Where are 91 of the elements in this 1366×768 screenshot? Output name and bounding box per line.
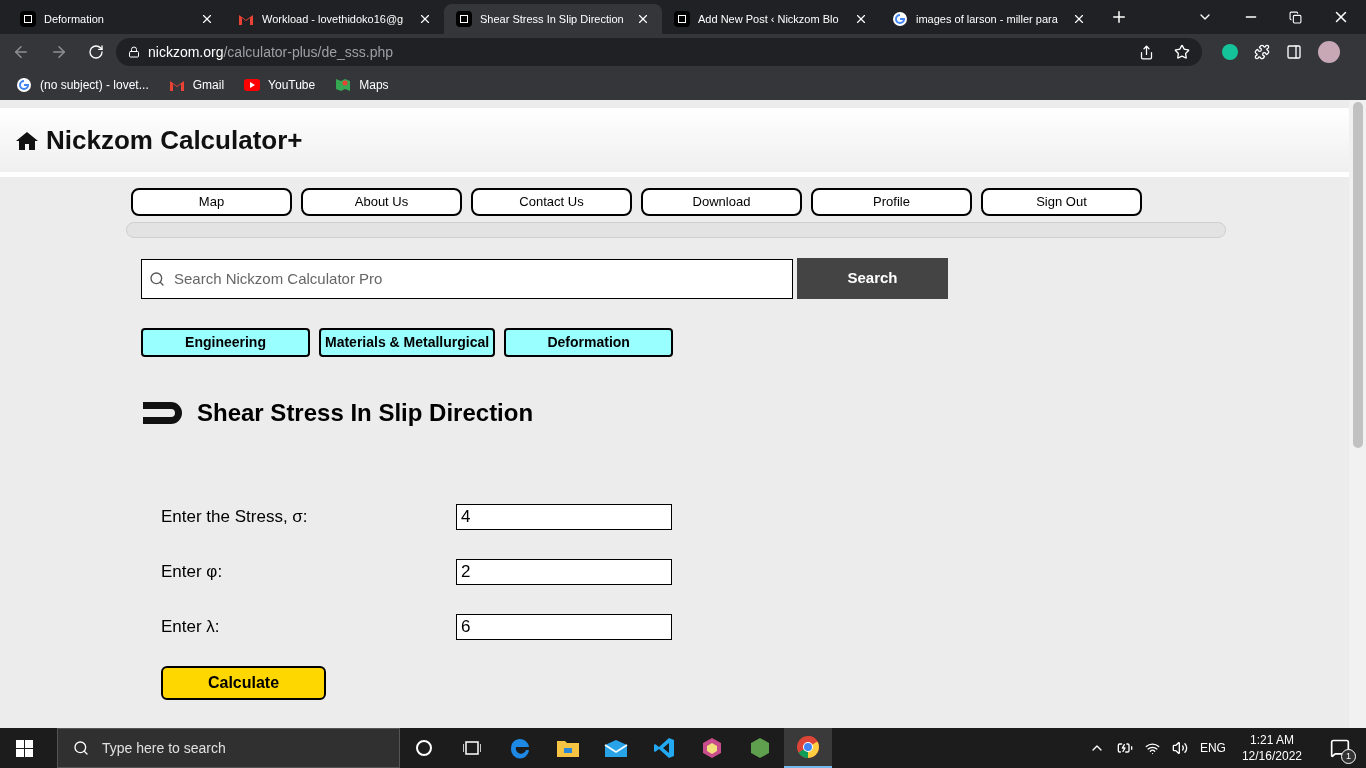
avatar[interactable] [1318, 41, 1340, 63]
category-button[interactable]: Materials & Metallurgical [319, 328, 496, 357]
mail-icon [238, 13, 254, 25]
search-icon [149, 270, 165, 287]
browser-tab[interactable]: Shear Stress In Slip Direction [444, 4, 662, 34]
bookmark[interactable]: YouTube [244, 76, 316, 94]
side-panel-icon[interactable] [1286, 44, 1302, 60]
close-icon[interactable] [200, 12, 214, 26]
calculate-button[interactable]: Calculate [161, 666, 326, 700]
close-icon[interactable] [418, 12, 432, 26]
category-button[interactable]: Deformation [504, 328, 674, 357]
browser-tab[interactable]: Add New Post ‹ Nickzom Blo [662, 4, 880, 34]
tab-title: Shear Stress In Slip Direction [480, 11, 625, 27]
grammar-icon[interactable] [1222, 44, 1238, 60]
site-icon [456, 11, 472, 27]
lock-icon [128, 46, 140, 58]
close-icon[interactable] [636, 12, 650, 26]
bookmark[interactable]: Gmail [168, 76, 225, 94]
map-icon [335, 77, 352, 93]
clock[interactable]: 1:21 AM 12/16/2022 [1237, 732, 1306, 764]
search-field[interactable]: Search Nickzom Calculator Pro [141, 258, 793, 299]
google-icon [892, 11, 908, 27]
taskbar-search-field[interactable]: Type here to search [57, 728, 400, 768]
field-label: Enter φ: [161, 561, 224, 584]
bookmark[interactable]: Maps [335, 76, 389, 94]
clock-time: 1:21 AM [1249, 732, 1294, 748]
nav-button[interactable]: Contact Us [471, 188, 632, 216]
close-icon[interactable] [854, 12, 868, 26]
tab-title: images of larson - miller para [916, 11, 1059, 27]
home-icon[interactable] [16, 130, 38, 150]
windows-icon[interactable] [16, 739, 33, 757]
taskbar-app[interactable] [784, 728, 832, 768]
nav-button[interactable]: Sign Out [981, 188, 1142, 216]
nav-button[interactable]: Map [131, 188, 292, 216]
tab-title: Deformation [44, 11, 105, 27]
code-editor-icon [653, 737, 675, 759]
bookmark-title: (no subject) - lovet... [40, 77, 149, 94]
category-button[interactable]: Engineering [141, 328, 310, 357]
browser-tab[interactable]: images of larson - miller para [880, 4, 1098, 34]
bookmark-title: Gmail [192, 77, 225, 94]
back-icon[interactable] [12, 43, 30, 61]
browser-tab[interactable]: Workload - lovethidoko16@g [226, 4, 444, 34]
input-field[interactable]: 6 [456, 614, 672, 640]
magnet-icon [143, 400, 185, 426]
scrollbar[interactable] [1349, 100, 1366, 728]
mail-icon [604, 739, 628, 757]
tab-title: Add New Post ‹ Nickzom Blo [698, 11, 840, 27]
forward-icon[interactable] [50, 43, 68, 61]
bookmark[interactable]: (no subject) - lovet... [16, 76, 149, 94]
site-icon [20, 11, 36, 27]
url-text: nickzom.org/calculator-plus/de_sss.php [148, 42, 394, 62]
field-label: Enter the Stress, σ: [161, 506, 309, 529]
folder-icon [556, 738, 580, 758]
play-icon [244, 79, 261, 91]
battery-icon[interactable] [1116, 740, 1133, 756]
hexagon-icon [749, 737, 771, 759]
extensions-icon[interactable] [1254, 44, 1270, 60]
restore-icon[interactable] [1289, 10, 1302, 24]
nav-button[interactable]: About Us [301, 188, 462, 216]
page-heading: Shear Stress In Slip Direction [197, 398, 534, 428]
edge-icon [509, 737, 531, 759]
chrome-icon [796, 735, 820, 759]
input-field[interactable]: 4 [456, 504, 672, 530]
close-icon[interactable] [1072, 12, 1086, 26]
reload-icon[interactable] [88, 44, 104, 60]
search-button[interactable]: Search [797, 258, 948, 299]
star-icon[interactable] [1174, 44, 1190, 60]
google-icon [16, 77, 32, 93]
nav-button[interactable]: Profile [811, 188, 972, 216]
search-icon [73, 740, 89, 756]
input-field[interactable]: 2 [456, 559, 672, 585]
cube-icon [701, 737, 723, 759]
wifi-icon[interactable] [1144, 740, 1160, 756]
browser-tab[interactable]: Deformation [8, 4, 226, 34]
volume-icon[interactable] [1171, 740, 1188, 756]
nav-button[interactable]: Download [641, 188, 802, 216]
notifications-icon[interactable] [1330, 738, 1350, 758]
site-title[interactable]: Nickzom Calculator+ [46, 120, 303, 160]
site-icon [674, 11, 690, 27]
mail-icon [168, 79, 185, 91]
field-label: Enter λ: [161, 616, 221, 639]
new-tab-icon[interactable] [1110, 8, 1128, 26]
bookmark-title: Maps [359, 77, 389, 94]
language-indicator[interactable]: ENG [1199, 739, 1226, 757]
bookmark-title: YouTube [268, 77, 316, 94]
task-view-icon [463, 740, 481, 756]
address-bar[interactable]: nickzom.org/calculator-plus/de_sss.php [116, 38, 1202, 66]
notification-count: 1 [1341, 749, 1356, 764]
tab-title: Workload - lovethidoko16@g [262, 11, 405, 27]
share-icon[interactable] [1139, 44, 1154, 60]
clock-date: 12/16/2022 [1241, 748, 1302, 764]
